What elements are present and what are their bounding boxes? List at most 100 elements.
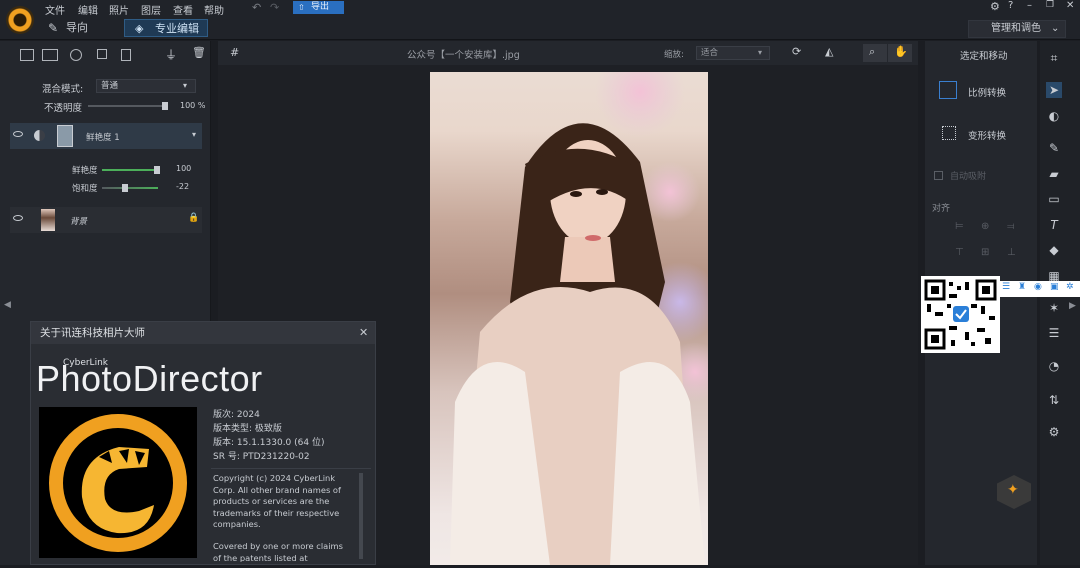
workspace-dropdown[interactable]: 管理和调色 ⌄ (968, 20, 1066, 38)
grid-apps-icon[interactable]: ▣ (1050, 282, 1059, 292)
saturation-label: 饱和度 (72, 184, 98, 194)
menu-file[interactable]: 文件 (45, 2, 65, 17)
menu-view[interactable]: 查看 (173, 2, 193, 17)
shirt-icon[interactable]: ♜ (1018, 282, 1026, 292)
restore-icon[interactable]: ❐ (1046, 0, 1054, 10)
scrollbar[interactable] (359, 473, 363, 559)
blend-mode-select[interactable]: 普通 ▾ (96, 79, 196, 93)
close-icon[interactable]: ✕ (359, 322, 368, 344)
version-number: 版本: 15.1.1330.0 (64 位) (213, 438, 325, 448)
close-icon[interactable]: ✕ (1066, 0, 1074, 11)
zoom-select[interactable]: 适合 ▾ (696, 46, 770, 60)
flip-icon[interactable]: ◭ (825, 45, 833, 58)
saturation-slider[interactable] (102, 184, 158, 192)
fill-bucket-icon[interactable]: ◆ (1046, 242, 1062, 258)
pan-tool-button[interactable]: ✋ (888, 44, 912, 62)
opacity-slider[interactable] (88, 102, 168, 110)
text-icon[interactable]: T (1046, 217, 1062, 233)
align-center-icon[interactable]: ⊕ (981, 221, 989, 232)
brush-mask-icon[interactable]: ◐ (1046, 108, 1062, 124)
gamepad-icon[interactable]: ◉ (1034, 282, 1042, 292)
qr-code-graphic (924, 279, 997, 350)
collapse-left-icon[interactable]: ◀ (4, 300, 11, 310)
canvas-toolbar: # 公众号【一个安装库】.jpg 缩放: 适合 ▾ ⟳ ◭ ⌕ ✋ (218, 41, 918, 65)
filter-icon[interactable]: ⏚ (165, 46, 177, 63)
app-logo-large (39, 407, 197, 558)
blend-mode-value: 普通 (101, 81, 119, 91)
autosnap-checkbox[interactable] (934, 171, 943, 180)
eraser-icon[interactable]: ▰ (1046, 166, 1062, 182)
adjust-sliders-icon[interactable]: ☰ (1046, 325, 1062, 341)
gear-icon[interactable]: ✲ (1066, 282, 1074, 292)
wand-icon: ✎ (48, 21, 59, 35)
app-logo-icon[interactable] (6, 6, 34, 34)
new-layer-icon[interactable] (20, 49, 34, 61)
minimize-icon[interactable]: – (1027, 0, 1032, 11)
layer-background[interactable]: 背景 🔒 (10, 207, 202, 233)
undo-icon[interactable]: ↶ (252, 1, 261, 14)
redo-icon[interactable]: ↷ (270, 1, 279, 14)
free-transform-icon[interactable] (942, 126, 956, 140)
rotate-icon[interactable]: ⟳ (792, 45, 801, 58)
layer-menu-icon[interactable] (121, 49, 131, 61)
magic-wand-icon[interactable]: ✶ (1046, 300, 1062, 316)
free-transform-label[interactable]: 变形转换 (968, 128, 1006, 142)
vibrance-slider[interactable] (102, 166, 160, 174)
tab-guide[interactable]: ✎ 导向 (48, 19, 88, 37)
crop-icon[interactable]: ⌗ (1046, 50, 1062, 66)
photo-canvas[interactable] (430, 47, 725, 565)
vibrance-knob[interactable] (154, 166, 160, 174)
layer-vibrance[interactable]: 鲜艳度 1 ▾ (10, 123, 202, 149)
sr-number: SR 号: PTD231220-02 (213, 452, 310, 462)
proportional-transform-icon[interactable] (939, 81, 957, 99)
pencil-icon[interactable]: ✎ (1046, 140, 1062, 156)
align-label: 对齐 (932, 204, 951, 214)
opacity-knob[interactable] (162, 102, 168, 110)
export-button[interactable]: ⇧ 导出 (293, 1, 344, 14)
panel-header: 选定和移动 (960, 51, 1008, 62)
adjustment-icon (34, 130, 45, 141)
saturation-knob[interactable] (122, 184, 128, 192)
swap-icon[interactable]: ⇅ (1046, 392, 1062, 408)
image-layer-icon[interactable] (42, 49, 58, 61)
menu-help[interactable]: 帮助 (204, 2, 224, 17)
collapse-right-icon[interactable]: ▶ (1069, 301, 1076, 311)
align-middle-icon[interactable]: ⊞ (981, 247, 989, 258)
rectangle-icon[interactable]: ▭ (1046, 191, 1062, 207)
layer-name: 鲜艳度 1 (86, 133, 120, 143)
menu-layer[interactable]: 图层 (141, 2, 161, 17)
brand-name: PhotoDirector (36, 358, 263, 399)
app-badge[interactable]: ✦ (997, 475, 1031, 509)
align-top-icon[interactable]: ⊤ (955, 247, 964, 258)
align-bottom-icon[interactable]: ⊥ (1007, 247, 1016, 258)
align-right-icon[interactable]: ⫤ (1007, 221, 1015, 232)
grid-icon[interactable]: # (230, 46, 239, 59)
chevron-down-icon: ▾ (183, 81, 188, 90)
help-icon[interactable]: ? (1008, 0, 1013, 11)
menu-photo[interactable]: 照片 (109, 2, 129, 17)
menu-edit[interactable]: 编辑 (78, 2, 98, 17)
workspace-label: 管理和调色 (991, 23, 1041, 34)
layer-mask-thumbnail (57, 125, 73, 147)
portrait-photo (450, 47, 725, 565)
mask-icon[interactable] (97, 49, 107, 59)
legal-text-box[interactable]: Copyright (c) 2024 CyberLink Corp. All o… (211, 468, 371, 562)
zoom-tool-button[interactable]: ⌕ (863, 44, 887, 62)
gear-icon[interactable]: ⚙ (1046, 424, 1062, 440)
adjustment-layer-icon[interactable] (70, 49, 82, 61)
trash-icon[interactable]: 🗑 (192, 46, 206, 59)
proportional-transform-label[interactable]: 比例转换 (968, 85, 1006, 99)
color-icon[interactable]: ◔ (1046, 358, 1062, 374)
align-left-icon[interactable]: ⊨ (955, 221, 964, 232)
settings-icon[interactable]: ⚙ (990, 0, 1000, 13)
chevron-down-icon: ▾ (758, 48, 763, 57)
layers-icon: ◈ (135, 22, 144, 35)
visibility-eye-icon[interactable] (13, 131, 23, 137)
expand-icon[interactable]: ▾ (192, 130, 196, 139)
tab-expert[interactable]: ◈ 专业编辑 (124, 19, 208, 37)
select-move-icon[interactable]: ➤ (1046, 82, 1062, 98)
visibility-eye-icon[interactable] (13, 215, 23, 221)
qr-code (921, 276, 1000, 353)
vibrance-value: 100 (176, 164, 192, 173)
list-icon[interactable]: ☰ (1002, 282, 1010, 292)
